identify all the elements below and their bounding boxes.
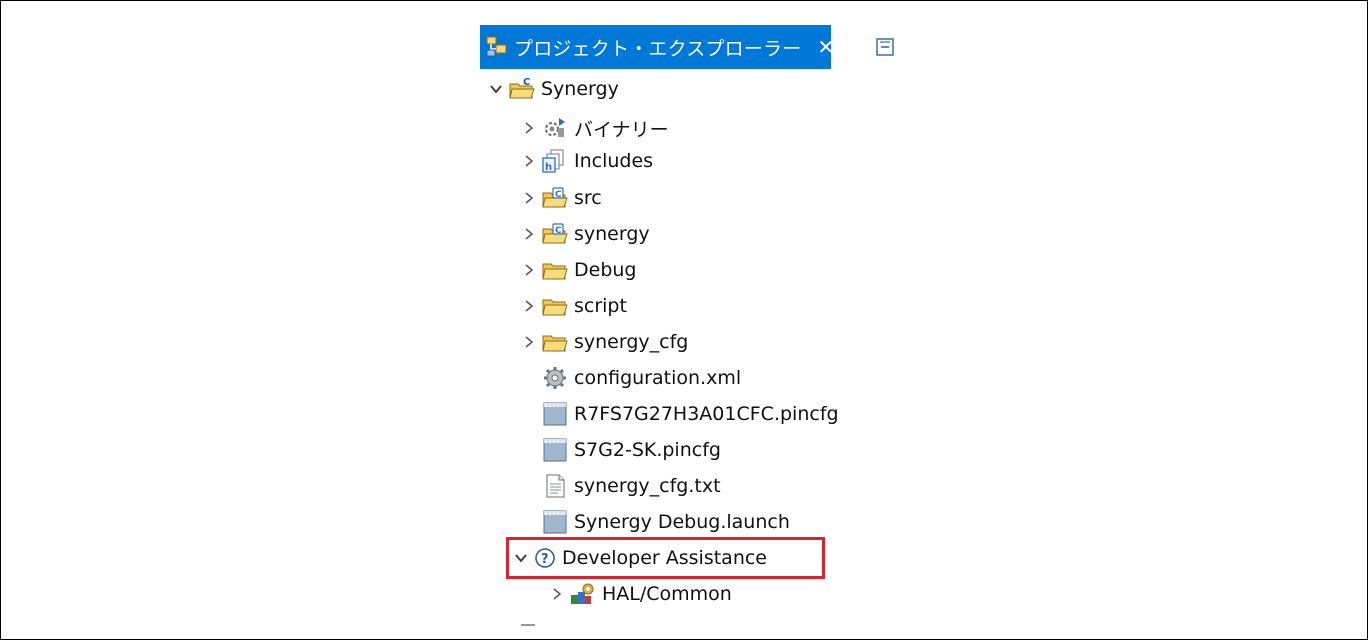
chevron-right-icon[interactable] xyxy=(549,586,565,602)
project-tree: C Synergy バイナリー h Includes C src C syner… xyxy=(0,0,1370,628)
folder-icon xyxy=(541,329,569,355)
tree-item-s7g2-sk-pincfg[interactable]: S7G2-SK.pincfg xyxy=(521,434,721,466)
tree-item-label: HAL/Common xyxy=(602,583,732,605)
chevron-down-icon[interactable] xyxy=(488,81,504,97)
tree-item-r7fs7g27-pincfg[interactable]: R7FS7G27H3A01CFC.pincfg xyxy=(521,398,839,430)
tree-item-synergy-project[interactable]: C Synergy xyxy=(488,73,619,105)
launch-file-icon xyxy=(541,509,569,535)
chevron-right-icon[interactable] xyxy=(521,334,537,350)
tree-item-label: configuration.xml xyxy=(574,367,742,389)
gear-config-icon xyxy=(541,365,569,391)
source-folder-icon: C xyxy=(541,185,569,211)
chevron-right-icon[interactable] xyxy=(521,298,537,314)
tree-item-label: Synergy xyxy=(541,78,619,100)
svg-text:C: C xyxy=(555,190,562,200)
next-item-partial xyxy=(521,624,535,626)
tree-item-script[interactable]: script xyxy=(521,290,627,322)
tree-item-label: Debug xyxy=(574,259,637,281)
binaries-icon xyxy=(541,115,569,141)
tree-item-label: バイナリー xyxy=(574,118,669,141)
includes-icon: h xyxy=(541,148,569,174)
tree-item-debug[interactable]: Debug xyxy=(521,254,636,286)
chevron-right-icon[interactable] xyxy=(521,262,537,278)
tree-item-binaries[interactable]: バイナリー xyxy=(521,112,669,144)
folder-icon xyxy=(541,257,569,283)
tree-item-label: S7G2-SK.pincfg xyxy=(574,439,721,461)
tree-item-synergy-cfg[interactable]: synergy_cfg xyxy=(521,326,688,358)
chevron-right-icon[interactable] xyxy=(521,226,537,242)
tree-item-hal-common[interactable]: HAL/Common xyxy=(549,578,732,610)
tree-item-synergy[interactable]: C synergy xyxy=(521,218,650,250)
pincfg-file-icon xyxy=(541,401,569,427)
tree-item-synergy-cfg-txt[interactable]: synergy_cfg.txt xyxy=(521,470,721,502)
tree-item-label: src xyxy=(574,187,602,209)
folder-icon xyxy=(541,293,569,319)
text-file-icon xyxy=(541,473,569,499)
tree-item-label: R7FS7G27H3A01CFC.pincfg xyxy=(574,403,839,425)
hal-modules-icon xyxy=(569,581,597,607)
c-project-folder-icon: C xyxy=(508,76,536,102)
chevron-right-icon[interactable] xyxy=(521,153,537,169)
tree-item-label: synergy xyxy=(574,223,650,245)
tree-item-includes[interactable]: h Includes xyxy=(521,145,653,177)
svg-text:h: h xyxy=(545,162,552,173)
highlight-annotation-box xyxy=(506,537,825,579)
tree-item-label: script xyxy=(574,295,627,317)
tree-item-label: Includes xyxy=(574,150,654,172)
tree-item-label: Synergy Debug.launch xyxy=(574,511,790,533)
source-folder-icon: C xyxy=(541,221,569,247)
tree-item-configuration-xml[interactable]: configuration.xml xyxy=(521,362,741,394)
svg-text:C: C xyxy=(523,77,530,88)
chevron-right-icon[interactable] xyxy=(521,120,537,136)
tree-item-label: synergy_cfg.txt xyxy=(574,475,721,497)
tree-item-label: synergy_cfg xyxy=(574,331,689,353)
tree-item-src[interactable]: C src xyxy=(521,182,602,214)
chevron-right-icon[interactable] xyxy=(521,190,537,206)
pincfg-file-icon xyxy=(541,437,569,463)
tree-item-synergy-debug-launch[interactable]: Synergy Debug.launch xyxy=(521,506,790,538)
svg-text:C: C xyxy=(555,226,562,236)
